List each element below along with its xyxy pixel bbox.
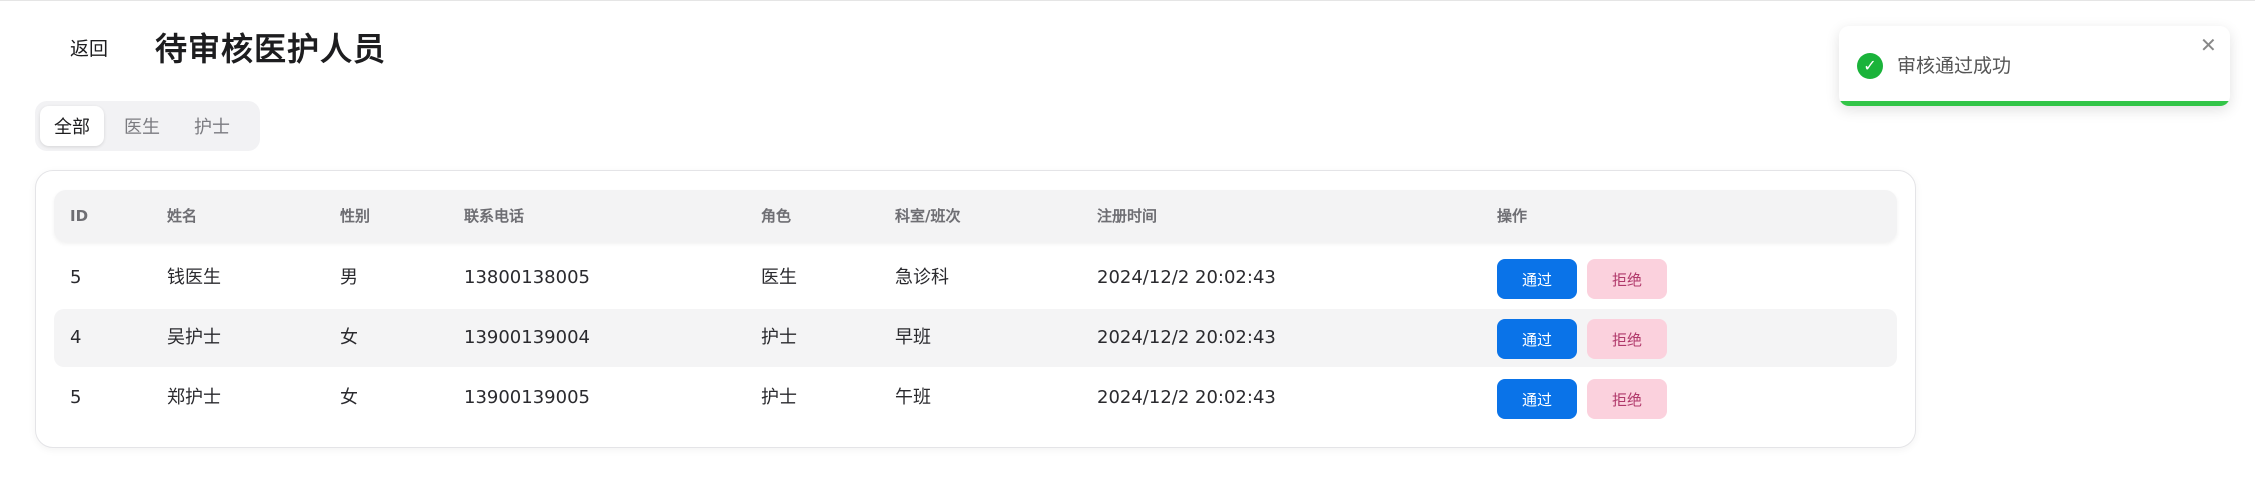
cell-time: 2024/12/2 20:02:43: [1097, 267, 1276, 288]
table-row: 5 钱医生 男 13800138005 医生 急诊科 2024/12/2 20:…: [54, 249, 1897, 307]
toast-progress-bar: [1839, 101, 2230, 106]
column-header-dept: 科室/班次: [895, 207, 961, 225]
cell-gender: 女: [340, 327, 358, 348]
column-header-role: 角色: [761, 207, 792, 225]
cell-dept: 午班: [895, 387, 931, 408]
role-filter-tabs: 全部 医生 护士: [35, 101, 260, 151]
cell-id: 4: [70, 327, 82, 348]
check-circle-icon: ✓: [1857, 53, 1883, 79]
reject-button[interactable]: 拒绝: [1587, 259, 1667, 299]
cell-name: 钱医生: [167, 267, 221, 288]
column-header-phone: 联系电话: [464, 207, 525, 225]
close-icon[interactable]: ✕: [2194, 32, 2220, 58]
cell-name: 吴护士: [167, 327, 221, 348]
pending-staff-table-card: ID 姓名 性别 联系电话 角色 科室/班次 注册时间 操作 5 钱医生 男 1…: [35, 170, 1916, 448]
column-header-gender: 性别: [340, 207, 371, 225]
success-toast: ✓ 审核通过成功 ✕: [1839, 26, 2230, 106]
cell-id: 5: [70, 387, 82, 408]
tab-all[interactable]: 全部: [40, 106, 104, 146]
tab-nurse[interactable]: 护士: [180, 106, 244, 146]
cell-time: 2024/12/2 20:02:43: [1097, 387, 1276, 408]
column-header-id: ID: [70, 207, 89, 225]
cell-role: 护士: [761, 327, 797, 348]
table-row: 5 郑护士 女 13900139005 护士 午班 2024/12/2 20:0…: [54, 369, 1897, 427]
approve-button[interactable]: 通过: [1497, 319, 1577, 359]
back-button[interactable]: 返回: [60, 28, 118, 66]
column-header-name: 姓名: [167, 207, 198, 225]
cell-phone: 13900139004: [464, 327, 590, 348]
cell-phone: 13900139005: [464, 387, 590, 408]
table-row: 4 吴护士 女 13900139004 护士 早班 2024/12/2 20:0…: [54, 309, 1897, 367]
cell-name: 郑护士: [167, 387, 221, 408]
tab-doctor[interactable]: 医生: [110, 106, 174, 146]
cell-id: 5: [70, 267, 82, 288]
column-header-time: 注册时间: [1097, 207, 1158, 225]
page-header: 返回 待审核医护人员: [0, 0, 1000, 96]
table-header: ID 姓名 性别 联系电话 角色 科室/班次 注册时间 操作: [54, 190, 1897, 242]
cell-phone: 13800138005: [464, 267, 590, 288]
column-header-actions: 操作: [1497, 207, 1528, 225]
cell-dept: 早班: [895, 327, 931, 348]
cell-role: 医生: [761, 267, 797, 288]
page-title: 待审核医护人员: [155, 30, 387, 68]
cell-gender: 男: [340, 267, 358, 288]
approve-button[interactable]: 通过: [1497, 379, 1577, 419]
reject-button[interactable]: 拒绝: [1587, 319, 1667, 359]
cell-gender: 女: [340, 387, 358, 408]
toast-message: 审核通过成功: [1897, 55, 2012, 77]
approve-button[interactable]: 通过: [1497, 259, 1577, 299]
cell-dept: 急诊科: [895, 267, 949, 288]
cell-time: 2024/12/2 20:02:43: [1097, 327, 1276, 348]
reject-button[interactable]: 拒绝: [1587, 379, 1667, 419]
cell-role: 护士: [761, 387, 797, 408]
